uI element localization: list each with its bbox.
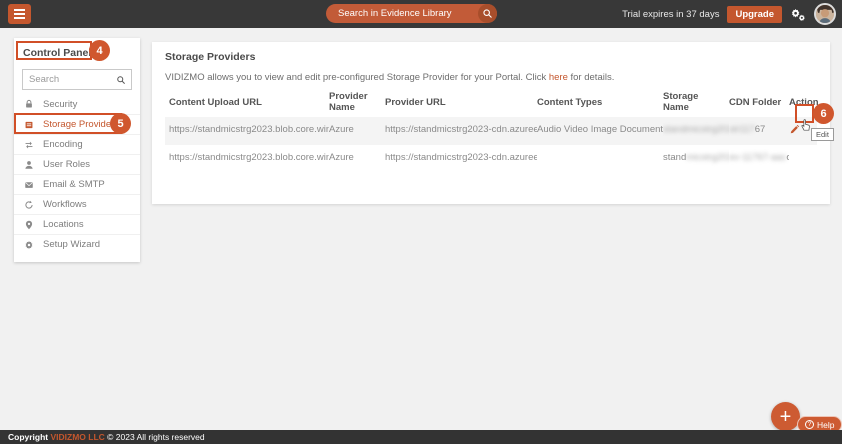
sidebar-item-workflows[interactable]: Workflows (14, 194, 140, 214)
cdn-folder-redacted: ev-11767-aac (729, 152, 786, 163)
copyright-suffix: © 2023 All rights reserved (105, 432, 205, 442)
sidebar-item-label: Security (43, 99, 77, 110)
storage-name-redacted: standmicstrg202 (663, 124, 729, 135)
cell-content-upload-url: https://standmicstrg2023.blob.core.windo… (165, 145, 329, 170)
sidebar-search-box (22, 69, 132, 90)
sidebar-item-label: Setup Wizard (43, 239, 100, 250)
cell-provider-url: https://standmicstrg2023-cdn.azureedge.n… (385, 117, 537, 145)
help-label: Help (817, 420, 834, 430)
sidebar-search-input[interactable] (23, 74, 116, 85)
storage-name-visible: stand (663, 152, 686, 163)
sidebar-item-security[interactable]: Security (14, 94, 140, 114)
evidence-library-search[interactable]: Search in Evidence Library (326, 4, 497, 23)
cdn-folder-suffix: 67 (755, 124, 766, 135)
topbar-right-cluster: Trial expires in 37 days Upgrade (622, 0, 836, 28)
sidebar-item-label: Email & SMTP (43, 179, 105, 190)
storage-providers-table: Content Upload URL Provider Name Provide… (165, 86, 817, 170)
sidebar-search-icon[interactable] (116, 75, 131, 85)
cell-content-types: Audio Video Image Document Caption (537, 117, 663, 145)
vidizmo-brand-link[interactable]: VIDIZMO LLC (51, 432, 105, 442)
question-icon: ? (805, 420, 814, 429)
lock-icon (24, 99, 35, 109)
col-provider-url: Provider URL (385, 86, 537, 117)
page-description: VIDIZMO allows you to view and edit pre-… (165, 72, 614, 83)
table-row: https://standmicstrg2023.blob.core.windo… (165, 145, 817, 170)
upgrade-button[interactable]: Upgrade (727, 6, 782, 23)
app-window: Search in Evidence Library Trial expires… (0, 0, 842, 444)
cell-content-types (537, 145, 663, 170)
cell-provider-name: Azure (329, 117, 385, 145)
location-pin-icon (24, 220, 35, 230)
copyright-prefix: Copyright (8, 432, 51, 442)
storage-providers-panel: Storage Providers VIDIZMO allows you to … (152, 42, 830, 204)
table-header-row: Content Upload URL Provider Name Provide… (165, 86, 817, 117)
description-text-suffix: for details. (568, 72, 614, 83)
storage-icon (24, 120, 35, 130)
details-link[interactable]: here (549, 72, 568, 83)
sidebar-item-encoding[interactable]: Encoding (14, 134, 140, 154)
sidebar-item-storage-providers[interactable]: Storage Providers (14, 114, 140, 134)
cell-content-upload-url: https://standmicstrg2023.blob.core.windo… (165, 117, 329, 145)
edit-pencil-icon[interactable] (789, 124, 800, 135)
col-provider-name: Provider Name (329, 86, 385, 117)
sidebar-menu: Security Storage Providers Encoding User… (14, 94, 140, 254)
mail-icon (24, 180, 35, 190)
page-title: Storage Providers (165, 51, 255, 63)
cell-action (789, 145, 817, 170)
user-icon (24, 160, 35, 170)
sidebar-item-email-smtp[interactable]: Email & SMTP (14, 174, 140, 194)
description-text: VIDIZMO allows you to view and edit pre-… (165, 72, 549, 83)
col-storage-name: Storage Name (663, 86, 729, 117)
cell-provider-name: Azure (329, 145, 385, 170)
col-content-types: Content Types (537, 86, 663, 117)
cdn-folder-redacted: str117 (729, 124, 755, 135)
sidebar-item-user-roles[interactable]: User Roles (14, 154, 140, 174)
encoding-icon (24, 140, 35, 150)
trial-expiry-text: Trial expires in 37 days (622, 9, 719, 20)
sidebar-item-label: Storage Providers (43, 119, 119, 130)
search-placeholder-text: Search in Evidence Library (326, 8, 478, 19)
cell-storage-name: standmicstrg2023 (663, 117, 729, 145)
user-avatar[interactable] (814, 3, 836, 25)
sidebar-item-label: Locations (43, 219, 84, 230)
sidebar-title: Control Panel (23, 47, 91, 59)
cell-provider-url: https://standmicstrg2023-cdn.azureedge.n… (385, 145, 537, 170)
cdn-folder-suffix: orm (786, 152, 789, 163)
sidebar-item-locations[interactable]: Locations (14, 214, 140, 234)
gears-icon (24, 240, 35, 250)
topbar: Search in Evidence Library Trial expires… (0, 0, 842, 28)
cell-cdn-folder: str11767 (729, 117, 789, 145)
settings-gears-icon[interactable] (790, 8, 806, 21)
add-storage-provider-button[interactable]: + (771, 402, 800, 431)
hamburger-menu-button[interactable] (8, 4, 31, 24)
col-content-upload-url: Content Upload URL (165, 86, 329, 117)
table-row: https://standmicstrg2023.blob.core.windo… (165, 117, 817, 145)
cell-cdn-folder: ev-11767-aacorm (729, 145, 789, 170)
sidebar-item-setup-wizard[interactable]: Setup Wizard (14, 234, 140, 254)
sidebar-item-label: Workflows (43, 199, 87, 210)
cell-storage-name: standmicstrg2023 (663, 145, 729, 170)
sidebar-item-label: User Roles (43, 159, 90, 170)
storage-name-redacted: micstrg2023 (686, 152, 729, 163)
search-icon[interactable] (478, 4, 497, 23)
col-cdn-folder: CDN Folder (729, 86, 789, 117)
cell-action (789, 117, 817, 145)
col-action: Action (789, 86, 817, 117)
workflow-icon (24, 200, 35, 210)
sidebar-item-label: Encoding (43, 139, 83, 150)
copyright-bar: Copyright VIDIZMO LLC © 2023 All rights … (0, 430, 842, 444)
control-panel-sidebar: Control Panel Security Storage Providers… (14, 38, 140, 262)
